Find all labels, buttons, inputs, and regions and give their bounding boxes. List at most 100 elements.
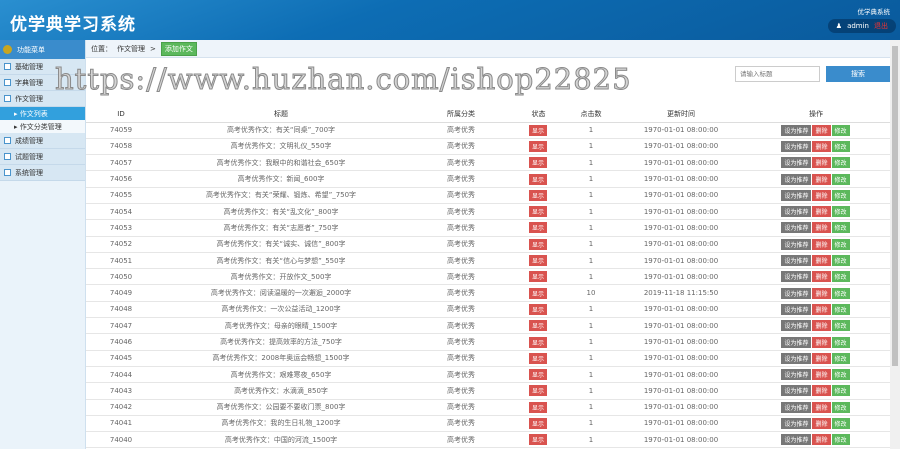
delete-button[interactable]: 删除 (812, 124, 831, 136)
delete-button[interactable]: 删除 (812, 287, 831, 299)
edit-button[interactable]: 修改 (831, 206, 850, 218)
edit-button[interactable]: 修改 (831, 124, 850, 136)
recommend-button[interactable]: 设为推荐 (781, 173, 812, 185)
status-badge[interactable]: 显示 (528, 173, 547, 185)
breadcrumb-parent[interactable]: 作文管理 (117, 44, 145, 54)
username[interactable]: admin (847, 22, 869, 30)
delete-button[interactable]: 删除 (812, 303, 831, 315)
edit-button[interactable]: 修改 (831, 385, 850, 397)
recommend-button[interactable]: 设为推荐 (781, 417, 812, 429)
delete-button[interactable]: 删除 (812, 189, 831, 201)
status-badge[interactable]: 显示 (528, 189, 547, 201)
recommend-button[interactable]: 设为推荐 (781, 352, 812, 364)
delete-button[interactable]: 删除 (812, 320, 831, 332)
edit-button[interactable]: 修改 (831, 189, 850, 201)
recommend-button[interactable]: 设为推荐 (781, 320, 812, 332)
status-badge[interactable]: 显示 (528, 287, 547, 299)
status-badge[interactable]: 显示 (528, 222, 547, 234)
status-badge[interactable]: 显示 (528, 255, 547, 267)
edit-button[interactable]: 修改 (831, 320, 850, 332)
edit-button[interactable]: 修改 (831, 417, 850, 429)
status-badge[interactable]: 显示 (528, 124, 547, 136)
edit-button[interactable]: 修改 (831, 303, 850, 315)
recommend-button[interactable]: 设为推荐 (781, 140, 812, 152)
add-essay-button[interactable]: 添加作文 (160, 41, 197, 56)
recommend-button[interactable]: 设为推荐 (781, 271, 812, 283)
delete-button[interactable]: 删除 (812, 157, 831, 169)
recommend-button[interactable]: 设为推荐 (781, 401, 812, 413)
recommend-button[interactable]: 设为推荐 (781, 255, 812, 267)
delete-button[interactable]: 删除 (812, 434, 831, 446)
logout-link[interactable]: 退出 (874, 21, 888, 31)
recommend-button[interactable]: 设为推荐 (781, 157, 812, 169)
delete-button[interactable]: 删除 (812, 206, 831, 218)
status-badge[interactable]: 显示 (528, 385, 547, 397)
edit-button[interactable]: 修改 (831, 336, 850, 348)
delete-button[interactable]: 删除 (812, 401, 831, 413)
sidebar-item-system[interactable]: 系统管理 (0, 165, 85, 181)
delete-button[interactable]: 删除 (812, 271, 831, 283)
recommend-button[interactable]: 设为推荐 (781, 206, 812, 218)
delete-button[interactable]: 删除 (812, 385, 831, 397)
delete-button[interactable]: 删除 (812, 238, 831, 250)
recommend-button[interactable]: 设为推荐 (781, 222, 812, 234)
status-badge[interactable]: 显示 (528, 320, 547, 332)
edit-button[interactable]: 修改 (831, 140, 850, 152)
status-badge[interactable]: 显示 (528, 271, 547, 283)
cell-status: 显示 (516, 431, 561, 449)
edit-button[interactable]: 修改 (831, 157, 850, 169)
edit-button[interactable]: 修改 (831, 238, 850, 250)
sidebar-item-dictionary[interactable]: 字典管理 (0, 75, 85, 91)
sidebar-item-essay[interactable]: 作文管理 (0, 91, 85, 107)
status-badge[interactable]: 显示 (528, 140, 547, 152)
recommend-button[interactable]: 设为推荐 (781, 124, 812, 136)
sidebar-subitem-essay-list[interactable]: ▸ 作文列表 (0, 107, 85, 120)
sidebar-item-basic[interactable]: 基础管理 (0, 59, 85, 75)
edit-button[interactable]: 修改 (831, 401, 850, 413)
sidebar-item-scores[interactable]: 成绩管理 (0, 133, 85, 149)
status-badge[interactable]: 显示 (528, 369, 547, 381)
sidebar-subitem-essay-category[interactable]: ▸ 作文分类管理 (0, 120, 85, 133)
delete-button[interactable]: 删除 (812, 417, 831, 429)
status-badge[interactable]: 显示 (528, 352, 547, 364)
sidebar-heading[interactable]: 功能菜单 (0, 40, 85, 59)
recommend-button[interactable]: 设为推荐 (781, 238, 812, 250)
scrollbar-thumb[interactable] (892, 46, 898, 366)
search-input[interactable] (735, 66, 820, 82)
recommend-button[interactable]: 设为推荐 (781, 336, 812, 348)
status-badge[interactable]: 显示 (528, 401, 547, 413)
scrollbar[interactable] (890, 40, 900, 449)
edit-button[interactable]: 修改 (831, 222, 850, 234)
delete-button[interactable]: 删除 (812, 255, 831, 267)
recommend-button[interactable]: 设为推荐 (781, 434, 812, 446)
edit-button[interactable]: 修改 (831, 352, 850, 364)
recommend-button[interactable]: 设为推荐 (781, 385, 812, 397)
recommend-button[interactable]: 设为推荐 (781, 189, 812, 201)
delete-button[interactable]: 删除 (812, 140, 831, 152)
delete-button[interactable]: 删除 (812, 352, 831, 364)
edit-button[interactable]: 修改 (831, 287, 850, 299)
delete-button[interactable]: 删除 (812, 336, 831, 348)
edit-button[interactable]: 修改 (831, 173, 850, 185)
status-badge[interactable]: 显示 (528, 303, 547, 315)
status-badge[interactable]: 显示 (528, 157, 547, 169)
recommend-button[interactable]: 设为推荐 (781, 287, 812, 299)
cell-id: 74042 (86, 399, 156, 416)
recommend-button[interactable]: 设为推荐 (781, 303, 812, 315)
edit-button[interactable]: 修改 (831, 369, 850, 381)
delete-button[interactable]: 删除 (812, 369, 831, 381)
edit-button[interactable]: 修改 (831, 271, 850, 283)
status-badge[interactable]: 显示 (528, 206, 547, 218)
delete-button[interactable]: 删除 (812, 173, 831, 185)
recommend-button[interactable]: 设为推荐 (781, 369, 812, 381)
status-badge[interactable]: 显示 (528, 417, 547, 429)
sidebar-item-questions[interactable]: 试题管理 (0, 149, 85, 165)
search-button[interactable]: 搜索 (826, 66, 890, 82)
status-badge[interactable]: 显示 (528, 434, 547, 446)
delete-button[interactable]: 删除 (812, 222, 831, 234)
edit-button[interactable]: 修改 (831, 434, 850, 446)
status-badge[interactable]: 显示 (528, 238, 547, 250)
status-badge[interactable]: 显示 (528, 336, 547, 348)
edit-button[interactable]: 修改 (831, 255, 850, 267)
cell-time: 1970-01-01 08:00:00 (621, 382, 741, 400)
